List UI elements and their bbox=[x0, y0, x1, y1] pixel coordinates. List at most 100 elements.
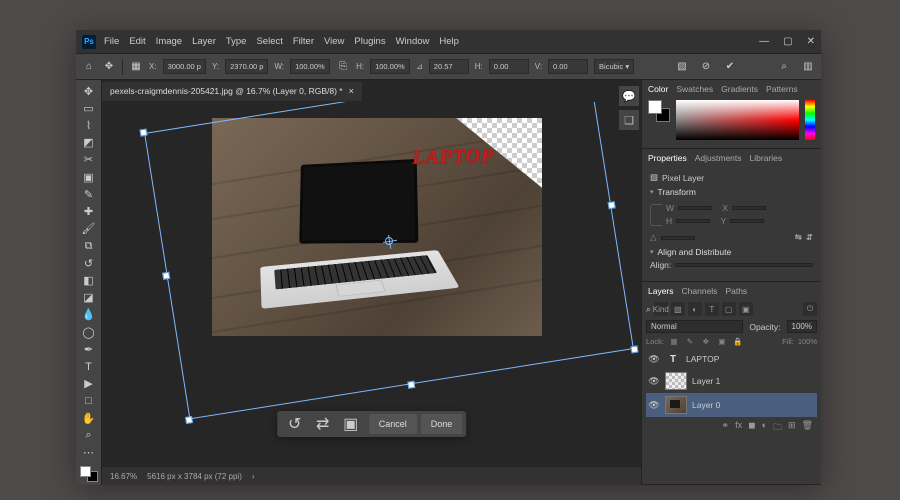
prop-h-field[interactable] bbox=[676, 219, 710, 223]
tool-crop[interactable]: ✂ bbox=[79, 152, 99, 168]
tool-brush[interactable]: 🖌 bbox=[79, 221, 99, 237]
visibility-toggle[interactable]: 👁 bbox=[648, 376, 660, 387]
skew-v-field[interactable]: 0.00 bbox=[548, 59, 588, 74]
tab-libraries[interactable]: Libraries bbox=[750, 153, 783, 163]
menu-window[interactable]: Window bbox=[396, 36, 430, 47]
workspace-icon[interactable]: ▥ bbox=[801, 60, 815, 74]
tool-edit-toolbar[interactable]: ⋯ bbox=[79, 445, 99, 461]
ratio-icon[interactable]: ▣ bbox=[337, 413, 365, 435]
layer-row-laptop-text[interactable]: 👁 T LAPTOP bbox=[646, 349, 817, 369]
transform-handle-br[interactable] bbox=[630, 345, 638, 353]
mask-icon[interactable]: ◼ bbox=[748, 420, 755, 436]
tool-eyedropper[interactable]: ✎ bbox=[79, 186, 99, 202]
menu-file[interactable]: File bbox=[104, 36, 119, 47]
fx-icon[interactable]: fx bbox=[735, 420, 742, 436]
menu-plugins[interactable]: Plugins bbox=[354, 36, 385, 47]
tool-lasso[interactable]: ⌇ bbox=[79, 117, 99, 133]
tool-blur[interactable]: 💧 bbox=[79, 307, 99, 323]
x-field[interactable]: 3000.00 p bbox=[163, 59, 206, 74]
tool-gradient[interactable]: ◪ bbox=[79, 290, 99, 306]
tab-layers[interactable]: Layers bbox=[648, 286, 674, 296]
menu-select[interactable]: Select bbox=[256, 36, 282, 47]
tool-frame[interactable]: ▣ bbox=[79, 169, 99, 185]
tool-type[interactable]: T bbox=[79, 359, 99, 375]
lock-artboard-icon[interactable]: ▣ bbox=[716, 335, 728, 347]
layer-row-layer1[interactable]: 👁 Layer 1 bbox=[646, 369, 817, 393]
prop-angle-field[interactable] bbox=[661, 236, 695, 240]
delete-layer-icon[interactable]: 🗑 bbox=[802, 420, 813, 436]
tab-paths[interactable]: Paths bbox=[725, 286, 747, 296]
transform-handle-l[interactable] bbox=[162, 272, 170, 280]
link-wh-icon[interactable]: ⎘ bbox=[336, 60, 350, 74]
layer-name[interactable]: LAPTOP bbox=[686, 354, 719, 364]
prop-x-field[interactable] bbox=[732, 206, 766, 210]
link-wh-toggle[interactable] bbox=[650, 204, 662, 226]
menu-filter[interactable]: Filter bbox=[293, 36, 314, 47]
menu-image[interactable]: Image bbox=[156, 36, 182, 47]
tab-color[interactable]: Color bbox=[648, 84, 668, 94]
tool-object-select[interactable]: ◩ bbox=[79, 135, 99, 151]
orientation-icon[interactable]: ⇄ bbox=[309, 413, 337, 435]
warp-icon[interactable]: ▧ bbox=[675, 60, 689, 74]
flip-h-icon[interactable]: ⇋ bbox=[795, 232, 802, 243]
tool-clone[interactable]: ⧉ bbox=[79, 238, 99, 254]
filter-adjust-icon[interactable]: ◐ bbox=[688, 302, 702, 316]
group-icon[interactable]: 🗀 bbox=[773, 420, 782, 436]
y-field[interactable]: 2370.00 p bbox=[225, 59, 268, 74]
menu-edit[interactable]: Edit bbox=[129, 36, 145, 47]
visibility-toggle[interactable]: 👁 bbox=[648, 400, 660, 411]
transform-handle-bl[interactable] bbox=[185, 416, 193, 424]
tab-patterns[interactable]: Patterns bbox=[766, 84, 798, 94]
cancel-button[interactable]: Cancel bbox=[369, 414, 417, 434]
filter-pixel-icon[interactable]: ▧ bbox=[671, 302, 685, 316]
tool-healing[interactable]: ✚ bbox=[79, 204, 99, 220]
foreground-background-swatches[interactable] bbox=[80, 466, 98, 482]
layer-name[interactable]: Layer 1 bbox=[692, 376, 720, 386]
tool-pen[interactable]: ✒ bbox=[79, 341, 99, 357]
tab-channels[interactable]: Channels bbox=[682, 286, 718, 296]
transform-section-title[interactable]: Transform bbox=[650, 187, 813, 197]
link-layers-icon[interactable]: ⚭ bbox=[722, 420, 730, 436]
w-field[interactable]: 100.00% bbox=[290, 59, 330, 74]
search-icon[interactable]: ⌕ bbox=[777, 60, 791, 74]
color-swatch-pair[interactable] bbox=[648, 100, 670, 122]
filter-type-icon[interactable]: T bbox=[705, 302, 719, 316]
skew-h-field[interactable]: 0.00 bbox=[489, 59, 529, 74]
zoom-readout[interactable]: 16.67% bbox=[110, 472, 137, 481]
h-field[interactable]: 100.00% bbox=[370, 59, 410, 74]
lock-trans-icon[interactable]: ▦ bbox=[668, 335, 680, 347]
transform-handle-b[interactable] bbox=[407, 381, 415, 389]
prop-y-field[interactable] bbox=[730, 219, 764, 223]
interpolation-select[interactable]: Bicubic ▾ bbox=[594, 59, 634, 74]
tool-hand[interactable]: ✋ bbox=[79, 410, 99, 426]
close-tab-icon[interactable]: × bbox=[349, 86, 354, 96]
transform-handle-r[interactable] bbox=[608, 201, 616, 209]
opacity-field[interactable]: 100% bbox=[787, 320, 817, 333]
fill-field[interactable]: 100% bbox=[798, 337, 817, 346]
tab-adjustments[interactable]: Adjustments bbox=[695, 153, 742, 163]
tool-marquee[interactable]: ▭ bbox=[79, 100, 99, 116]
layer-name[interactable]: Layer 0 bbox=[692, 400, 720, 410]
menu-layer[interactable]: Layer bbox=[192, 36, 216, 47]
panel-icon-comments[interactable]: 💬 bbox=[619, 86, 639, 106]
status-caret-icon[interactable]: › bbox=[252, 472, 255, 481]
lock-all-icon[interactable]: 🔒 bbox=[732, 335, 744, 347]
tool-path-select[interactable]: ▶ bbox=[79, 376, 99, 392]
blend-mode-select[interactable]: Normal bbox=[646, 320, 743, 333]
align-section-title[interactable]: Align and Distribute bbox=[650, 247, 813, 257]
done-button[interactable]: Done bbox=[421, 414, 463, 434]
tool-rectangle[interactable]: □ bbox=[79, 393, 99, 409]
adjustment-icon[interactable]: ◐ bbox=[762, 420, 767, 436]
visibility-toggle[interactable]: 👁 bbox=[648, 354, 660, 365]
tool-move[interactable]: ✥ bbox=[79, 83, 99, 99]
angle-field[interactable]: 20.57 bbox=[429, 59, 469, 74]
canvas[interactable]: LAPTOP ↺ ⇄ ▣ bbox=[102, 102, 641, 467]
commit-transform-icon[interactable]: ✔ bbox=[723, 60, 737, 74]
reset-transform-icon[interactable]: ↺ bbox=[281, 413, 309, 435]
tab-gradients[interactable]: Gradients bbox=[721, 84, 758, 94]
close-button[interactable]: ✕ bbox=[807, 36, 815, 47]
prop-w-field[interactable] bbox=[678, 206, 712, 210]
lock-paint-icon[interactable]: ✎ bbox=[684, 335, 696, 347]
menu-view[interactable]: View bbox=[324, 36, 344, 47]
filter-smart-icon[interactable]: ▣ bbox=[739, 302, 753, 316]
